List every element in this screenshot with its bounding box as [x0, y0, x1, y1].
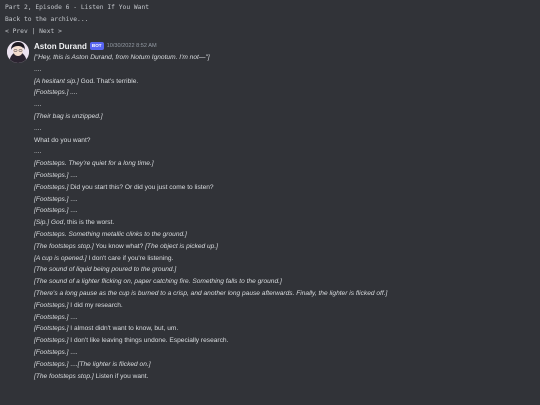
stage-direction: [The footsteps stop.]	[34, 242, 94, 250]
message-line: ....	[34, 99, 534, 111]
dialogue-text: , this is the worst.	[63, 219, 115, 227]
stage-direction: [A cup is opened.]	[34, 254, 87, 262]
author-name[interactable]: Aston Durand	[34, 42, 87, 51]
dialogue-text: What do you want?	[34, 136, 91, 144]
message-line: ["Hey, this is Aston Durand, from Notum …	[34, 52, 534, 64]
message-line: [The footsteps stop.] You know what? [Th…	[34, 241, 534, 253]
dialogue-text: ....	[68, 313, 78, 321]
stage-direction: [There's a long pause as the cup is burn…	[34, 289, 388, 297]
avatar[interactable]	[7, 41, 29, 63]
message-line: [There's a long pause as the cup is burn…	[34, 288, 534, 300]
dialogue-text: ....	[68, 195, 78, 203]
stage-direction: [Footsteps. They're quiet for a long tim…	[34, 160, 154, 168]
dialogue-text: Did you start this? Or did you just come…	[68, 183, 214, 191]
message-line: [Footsteps.] ....	[34, 194, 534, 206]
dialogue-text: ....	[34, 101, 42, 109]
page-title: Part 2, Episode 6 - Listen If You Want	[5, 4, 150, 11]
dialogue-text: ....	[34, 124, 42, 132]
stage-direction: [The sound of a lighter flicking on, pap…	[34, 278, 282, 286]
message-line: [The sound of a lighter flicking on, pap…	[34, 276, 534, 288]
message-line: [A hesitant sip.] God. That's terrible.	[34, 76, 534, 88]
stage-direction: [Footsteps.]	[34, 348, 69, 356]
stage-direction: [Footsteps.]	[34, 313, 69, 321]
stage-direction: [The sound of liquid being poured to the…	[34, 266, 177, 274]
dialogue-text: I did my research.	[68, 301, 123, 309]
message-line: [Footsteps.] ....	[34, 87, 534, 99]
stage-direction: [The footsteps stop.]	[34, 372, 94, 380]
message-line: [Footsteps. Something metallic clinks to…	[34, 229, 534, 241]
message-line: [Footsteps.] ....	[34, 205, 534, 217]
dialogue-text: ....	[68, 348, 78, 356]
message-timestamp: 10/30/2022 8:52 AM	[106, 43, 157, 49]
stage-direction: [Their bag is unzipped.]	[34, 112, 103, 120]
bot-badge: BOT	[89, 42, 104, 50]
stage-direction: [Footsteps. Something metallic clinks to…	[34, 230, 187, 238]
stage-direction: [Footsteps.]	[34, 337, 69, 345]
stage-direction: [Footsteps.]	[34, 195, 69, 203]
dialogue-text: ....	[68, 171, 78, 179]
message-line: [Sip.] God, this is the worst.	[34, 217, 534, 229]
message-line: [Footsteps.] ....	[34, 312, 534, 324]
message-line: [Their bag is unzipped.]	[34, 111, 534, 123]
stage-direction: [Footsteps.]	[34, 171, 69, 179]
dialogue-text: ....	[34, 65, 42, 73]
message-line: [Footsteps.] ....[The lighter is flicked…	[34, 359, 534, 371]
stage-direction: [Footsteps.] ....	[34, 89, 78, 97]
stage-direction: [Footsteps.]	[34, 207, 69, 215]
nav-separator: |	[27, 28, 40, 35]
stage-direction: [A hesitant sip.]	[34, 77, 79, 85]
stage-direction: [Footsteps.]	[34, 325, 69, 333]
message-line: [The sound of liquid being poured to the…	[34, 264, 534, 276]
episode-nav: < Prev | Next >	[5, 28, 62, 35]
message-line: [Footsteps.] I don't like leaving things…	[34, 335, 534, 347]
stage-direction: [Footsteps.]	[34, 301, 69, 309]
dialogue-text: ....	[68, 207, 78, 215]
message-header: Aston Durand BOT 10/30/2022 8:52 AM	[34, 41, 157, 51]
message-line: [Footsteps.] I did my research.	[34, 300, 534, 312]
dialogue-text: ....	[34, 148, 42, 156]
message-line: ....	[34, 64, 534, 76]
avatar-icon	[7, 41, 29, 63]
stage-direction: [Sip.] God	[34, 219, 64, 227]
dialogue-text: I don't care if you're listening.	[86, 254, 174, 262]
stage-direction: [The object is picked up.]	[145, 242, 219, 250]
message-line: [Footsteps.] ....	[34, 170, 534, 182]
dialogue-text: ....	[68, 360, 78, 368]
message-line: What do you want?	[34, 135, 534, 147]
dialogue-text: Listen if you want.	[93, 372, 149, 380]
message-line: [Footsteps.] I almost didn't want to kno…	[34, 323, 534, 335]
next-link[interactable]: Next >	[39, 28, 62, 35]
message-line: [Footsteps.] ....	[34, 347, 534, 359]
back-to-archive-link[interactable]: Back to the archive...	[5, 16, 88, 23]
stage-direction: [The lighter is flicked on.]	[77, 360, 151, 368]
stage-direction: [Footsteps.]	[34, 360, 69, 368]
prev-link[interactable]: < Prev	[5, 28, 28, 35]
message-line: [Footsteps.] Did you start this? Or did …	[34, 182, 534, 194]
dialogue-text: God. That's terrible.	[78, 77, 139, 85]
stage-direction: ["Hey, this is Aston Durand, from Notum …	[34, 54, 210, 61]
dialogue-text: You know what?	[93, 242, 146, 250]
stage-direction: [Footsteps.]	[34, 183, 69, 191]
dialogue-text: I almost didn't want to know, but, um.	[68, 325, 179, 333]
message-body: ["Hey, this is Aston Durand, from Notum …	[34, 52, 534, 382]
message-line: ....	[34, 146, 534, 158]
dialogue-text: I don't like leaving things undone. Espe…	[68, 337, 229, 345]
message-line: [A cup is opened.] I don't care if you'r…	[34, 253, 534, 265]
message-line: [Footsteps. They're quiet for a long tim…	[34, 158, 534, 170]
message-line: ....	[34, 123, 534, 135]
message-line: [The footsteps stop.] Listen if you want…	[34, 371, 534, 383]
